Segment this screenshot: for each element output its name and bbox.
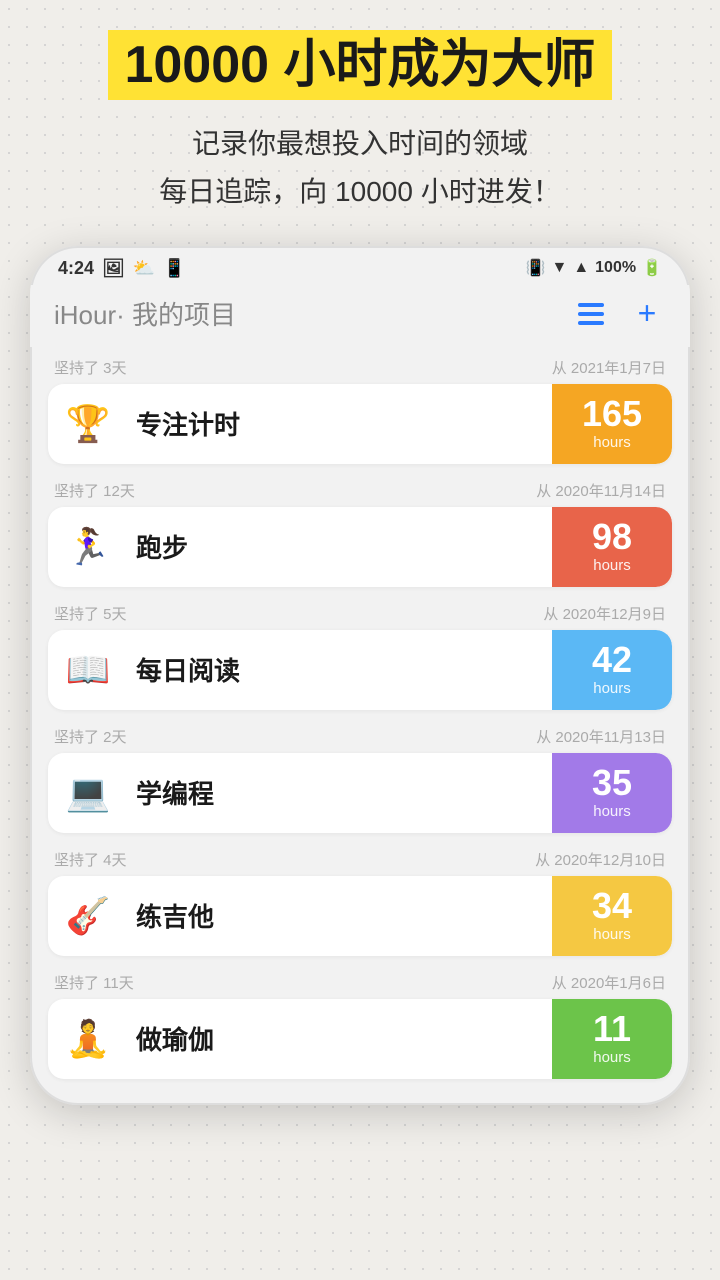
project-card[interactable]: 🎸练吉他 34 hours [48,876,672,956]
hours-label: hours [593,926,631,943]
add-project-button[interactable]: + [628,295,666,333]
project-streak: 坚持了 3天 [54,357,127,378]
project-since: 从 2020年1月6日 [552,972,666,993]
project-streak: 坚持了 11天 [54,972,134,993]
project-group: 坚持了 4天 从 2020年12月10日 🎸练吉他 34 hours [48,839,672,956]
weather-icon: ⛅ [133,258,155,279]
project-since: 从 2021年1月7日 [552,357,666,378]
project-since: 从 2020年12月9日 [543,603,666,624]
project-meta: 坚持了 2天 从 2020年11月13日 [48,716,672,753]
project-icon: 🏃‍♀️ [48,507,128,587]
project-name: 做瑜伽 [128,1020,552,1057]
vibrate-icon: 📳 [526,258,546,278]
project-group: 坚持了 2天 从 2020年11月13日 💻学编程 35 hours [48,716,672,833]
hours-number: 35 [592,765,632,801]
app-name: iHour [54,300,116,330]
hours-number: 98 [592,519,632,555]
hours-number: 42 [592,642,632,678]
project-streak: 坚持了 4天 [54,849,127,870]
project-name: 跑步 [128,528,552,565]
status-time: 4:24 [58,258,94,279]
list-view-button[interactable] [572,295,610,333]
hero-subtitle: 记录你最想投入时间的领域 每日追踪，向 10000 小时进发！ [108,120,611,215]
status-bar: 4:24 🖼 ⛅ 📱 📳 ▼ ▲ 100% 🔋 [30,246,690,285]
project-hours-badge: 165 hours [552,384,672,464]
photo-icon: 🖼 [102,258,125,279]
project-name: 每日阅读 [128,651,552,688]
hours-label: hours [593,1049,631,1066]
header-icons: + [572,295,666,333]
app-section: · 我的项目 [116,300,236,330]
phone-icon: 📱 [163,258,185,279]
project-icon: 🎸 [48,876,128,956]
project-group: 坚持了 11天 从 2020年1月6日 🧘做瑜伽 11 hours [48,962,672,1079]
status-right: 📳 ▼ ▲ 100% 🔋 [526,258,662,278]
project-hours-badge: 35 hours [552,753,672,833]
project-icon: 🏆 [48,384,128,464]
project-icon: 💻 [48,753,128,833]
project-since: 从 2020年11月13日 [536,726,666,747]
projects-list: 坚持了 3天从 2021年1月7日🏆专注计时165hours坚持了 12天从 2… [30,347,690,1085]
app-title-group: iHour· 我的项目 [54,295,236,332]
battery-icon: 🔋 [642,258,662,278]
project-hours-badge: 42 hours [552,630,672,710]
project-hours-badge: 34 hours [552,876,672,956]
hours-label: hours [593,434,631,451]
project-group: 坚持了 3天 从 2021年1月7日 🏆专注计时 165 hours [48,347,672,464]
wifi-icon: ▼ [551,259,567,277]
project-card[interactable]: 🧘做瑜伽 11 hours [48,999,672,1079]
app-header: iHour· 我的项目 + [30,285,690,347]
hours-label: hours [593,680,631,697]
hours-number: 165 [582,396,642,432]
project-icon: 📖 [48,630,128,710]
project-hours-badge: 98 hours [552,507,672,587]
project-card[interactable]: 🏆专注计时 165 hours [48,384,672,464]
hours-label: hours [593,803,631,820]
project-meta: 坚持了 11天 从 2020年1月6日 [48,962,672,999]
signal-icon: ▲ [573,259,589,277]
project-streak: 坚持了 5天 [54,603,127,624]
project-group: 坚持了 5天 从 2020年12月9日 📖每日阅读 42 hours [48,593,672,710]
project-icon: 🧘 [48,999,128,1079]
project-card[interactable]: 📖每日阅读 42 hours [48,630,672,710]
battery-label: 100% [595,259,636,277]
hero-section: 10000 小时成为大师 记录你最想投入时间的领域 每日追踪，向 10000 小… [108,30,611,246]
phone-frame: 4:24 🖼 ⛅ 📱 📳 ▼ ▲ 100% 🔋 iHour· 我的项目 [30,246,690,1105]
hours-number: 11 [593,1011,631,1047]
project-card[interactable]: 💻学编程 35 hours [48,753,672,833]
status-left: 4:24 🖼 ⛅ 📱 [58,258,186,279]
project-since: 从 2020年12月10日 [535,849,666,870]
project-meta: 坚持了 5天 从 2020年12月9日 [48,593,672,630]
hours-label: hours [593,557,631,574]
project-hours-badge: 11 hours [552,999,672,1079]
hours-number: 34 [592,888,632,924]
project-streak: 坚持了 12天 [54,480,135,501]
hero-title: 10000 小时成为大师 [108,30,611,100]
project-streak: 坚持了 2天 [54,726,127,747]
project-meta: 坚持了 3天 从 2021年1月7日 [48,347,672,384]
project-name: 学编程 [128,774,552,811]
project-card[interactable]: 🏃‍♀️跑步 98 hours [48,507,672,587]
project-meta: 坚持了 4天 从 2020年12月10日 [48,839,672,876]
project-meta: 坚持了 12天 从 2020年11月14日 [48,470,672,507]
project-name: 练吉他 [128,897,552,934]
project-group: 坚持了 12天 从 2020年11月14日 🏃‍♀️跑步 98 hours [48,470,672,587]
project-name: 专注计时 [128,405,552,442]
project-since: 从 2020年11月14日 [536,480,666,501]
